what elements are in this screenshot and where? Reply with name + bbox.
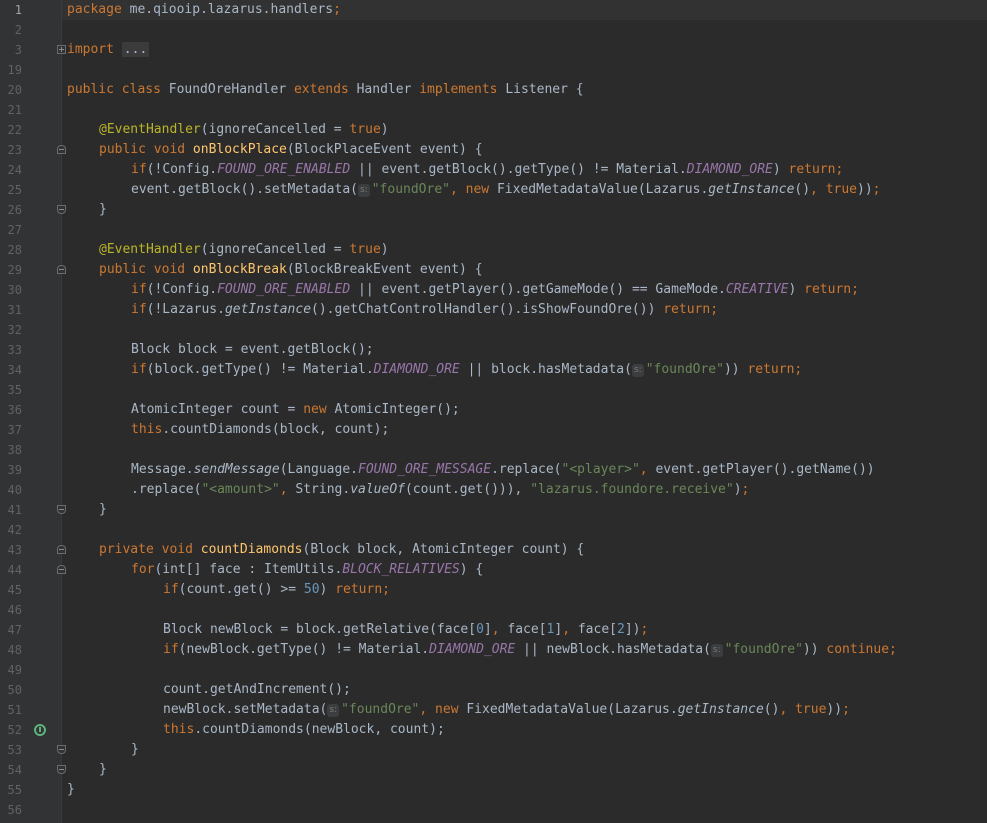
- code-line: }: [99, 762, 107, 777]
- recursive-call-icon[interactable]: [34, 724, 46, 736]
- code-line: if(!Config.FOUND_ORE_ENABLED || event.ge…: [131, 162, 844, 177]
- line-number: 56: [7, 803, 22, 817]
- line-number: 36: [7, 403, 22, 417]
- code-line: if(!Lazarus.getInstance().getChatControl…: [131, 302, 719, 317]
- param-hint: s:: [327, 704, 340, 717]
- code-line: }: [99, 202, 107, 217]
- line-number: 19: [7, 63, 22, 77]
- line-number: 50: [7, 683, 22, 697]
- line-number: 22: [7, 123, 22, 137]
- code-line: @EventHandler(ignoreCancelled = true): [99, 122, 389, 137]
- line-number: 21: [7, 103, 22, 117]
- line-number: 28: [7, 243, 22, 257]
- line-number: 35: [7, 383, 22, 397]
- line-number: 42: [7, 523, 22, 537]
- line-number: 45: [7, 583, 22, 597]
- line-number: 39: [7, 463, 22, 477]
- code-line: if(count.get() >= 50) return;: [163, 582, 390, 597]
- code-line: private void countDiamonds(Block block, …: [99, 542, 585, 557]
- line-number: 34: [7, 363, 22, 377]
- line-number: 51: [7, 703, 22, 717]
- code-line: public void onBlockPlace(BlockPlaceEvent…: [99, 142, 483, 157]
- code-line: }: [67, 782, 75, 797]
- param-hint: s:: [357, 184, 370, 197]
- code-line: }: [99, 502, 107, 517]
- code-line: count.getAndIncrement();: [163, 682, 351, 697]
- line-number: 3: [14, 43, 22, 57]
- line-number: 23: [7, 143, 22, 157]
- code-line: for(int[] face : ItemUtils.BLOCK_RELATIV…: [131, 562, 484, 577]
- param-hint: s:: [631, 364, 644, 377]
- code-line: this.countDiamonds(newBlock, count);: [163, 722, 445, 737]
- line-number: 53: [7, 743, 22, 757]
- code-line: if(newBlock.getType() != Material.DIAMON…: [163, 642, 897, 657]
- line-number: 41: [7, 503, 22, 517]
- code-line: if(block.getType() != Material.DIAMOND_O…: [131, 362, 803, 377]
- code-line: .replace("<amount>", String.valueOf(coun…: [131, 482, 750, 497]
- code-line: this.countDiamonds(block, count);: [131, 422, 390, 437]
- line-number: 31: [7, 303, 22, 317]
- line-number: 40: [7, 483, 22, 497]
- line-number: 44: [7, 563, 22, 577]
- line-number: 48: [7, 643, 22, 657]
- line-number: 47: [7, 623, 22, 637]
- line-number: 46: [7, 603, 22, 617]
- line-number: 49: [7, 663, 22, 677]
- code-line: public class FoundOreHandler extends Han…: [67, 82, 584, 97]
- line-number: 32: [7, 323, 22, 337]
- line-number: 1: [14, 3, 22, 17]
- line-number: 25: [7, 183, 22, 197]
- line-number: 27: [7, 223, 22, 237]
- code-area[interactable]: package me.qiooip.lazarus.handlers; impo…: [62, 0, 987, 823]
- param-hint: s:: [710, 644, 723, 657]
- code-line: AtomicInteger count = new AtomicInteger(…: [131, 402, 460, 417]
- code-line: package me.qiooip.lazarus.handlers;: [67, 2, 341, 17]
- line-number: 52: [7, 723, 22, 737]
- code-line: }: [131, 742, 139, 757]
- code-line: public void onBlockBreak(BlockBreakEvent…: [99, 262, 483, 277]
- line-number: 55: [7, 783, 22, 797]
- line-number: 26: [7, 203, 22, 217]
- line-number: 37: [7, 423, 22, 437]
- line-number: 20: [7, 83, 22, 97]
- folded-imports[interactable]: ...: [121, 42, 150, 57]
- code-line: Message.sendMessage(Language.FOUND_ORE_M…: [131, 462, 875, 477]
- line-number: 43: [7, 543, 22, 557]
- line-number: 38: [7, 443, 22, 457]
- code-line: Block newBlock = block.getRelative(face[…: [163, 622, 649, 637]
- code-editor[interactable]: package me.qiooip.lazarus.handlers; impo…: [0, 0, 987, 823]
- code-line: if(!Config.FOUND_ORE_ENABLED || event.ge…: [131, 282, 859, 297]
- line-number: 2: [14, 23, 22, 37]
- line-number: 54: [7, 763, 22, 777]
- code-line: @EventHandler(ignoreCancelled = true): [99, 242, 389, 257]
- line-number: 30: [7, 283, 22, 297]
- code-line: import ...: [67, 42, 150, 57]
- line-number: 24: [7, 163, 22, 177]
- line-number: 33: [7, 343, 22, 357]
- code-line: event.getBlock().setMetadata(s: "foundOre…: [131, 182, 881, 197]
- code-line: newBlock.setMetadata(s: "foundOre", new F…: [163, 702, 850, 717]
- line-number: 29: [7, 263, 22, 277]
- code-line: Block block = event.getBlock();: [131, 342, 374, 357]
